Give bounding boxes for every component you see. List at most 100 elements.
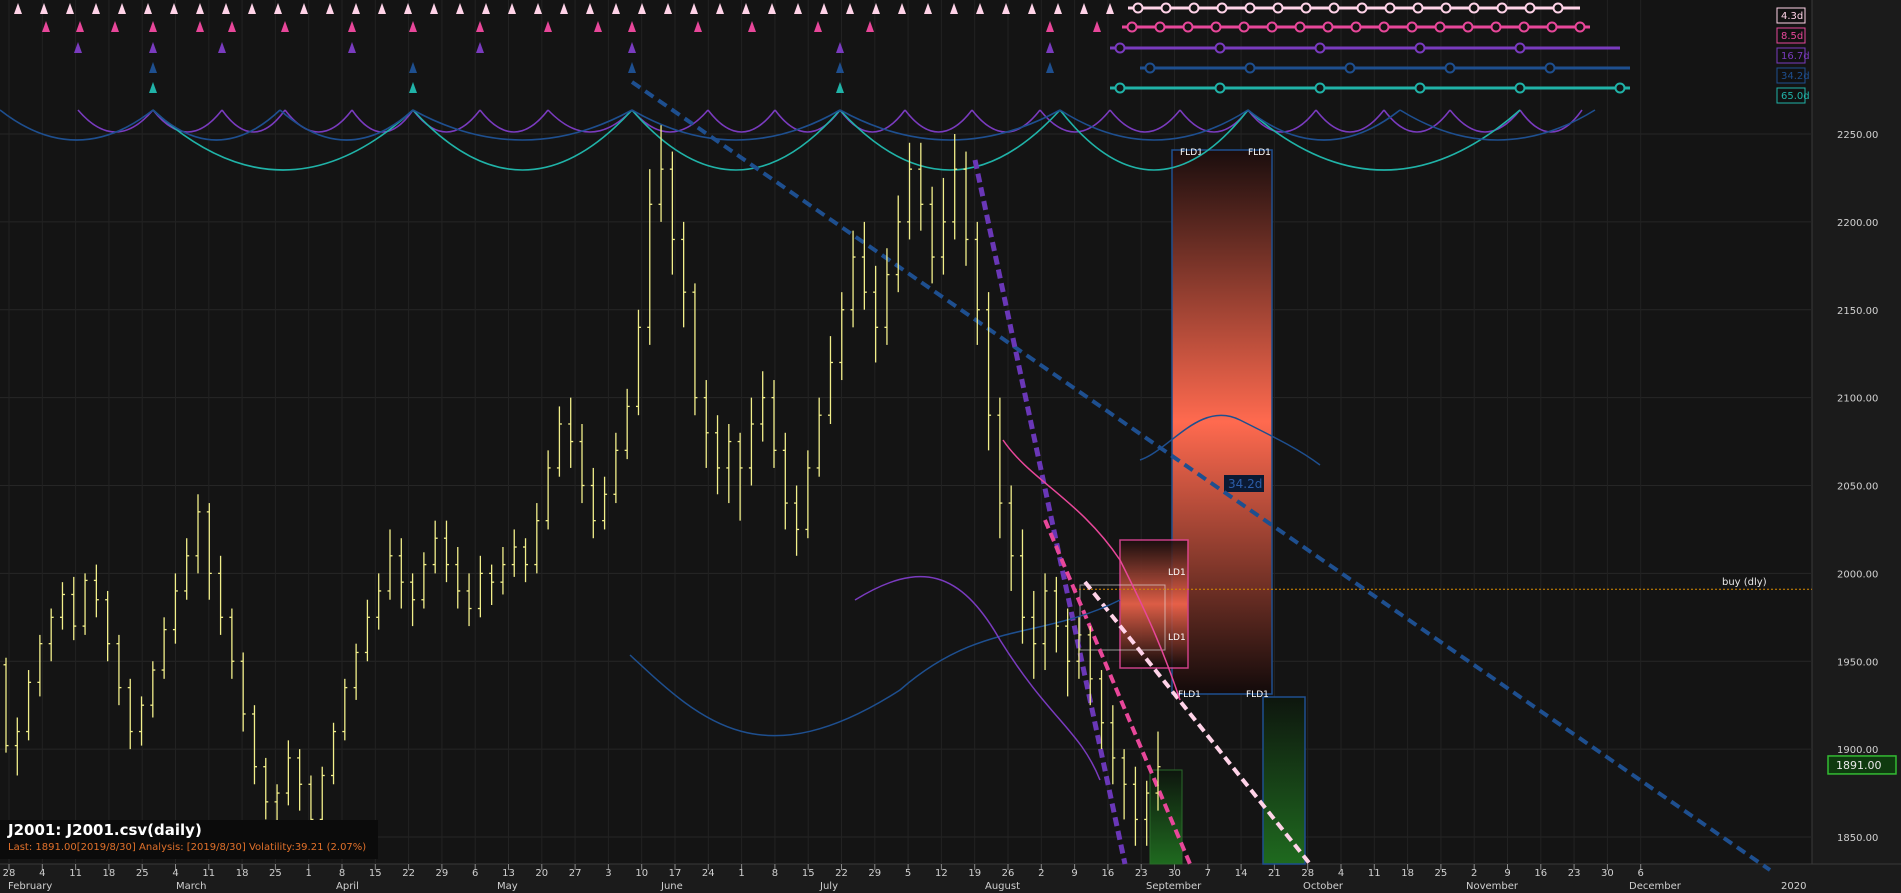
buy-label: buy (dly)	[1722, 577, 1767, 588]
cycle-marker-4d	[586, 3, 594, 14]
phase-node	[1414, 42, 1426, 54]
x-tick-label: 14	[1235, 868, 1248, 879]
phase-node	[1462, 21, 1474, 33]
fld-projection-small	[1119, 539, 1189, 669]
cycle-marker-4d	[716, 3, 724, 14]
cycle-marker-34d	[409, 62, 417, 73]
fld-projection-green	[1262, 696, 1306, 865]
x-tick-label: 11	[202, 868, 215, 879]
cycle-marker-4d	[170, 3, 178, 14]
phase-node	[1490, 21, 1502, 33]
cycle-marker-8d	[1093, 21, 1101, 32]
cycle-marker-4d	[1028, 3, 1036, 14]
x-month-label: April	[336, 881, 359, 892]
phase-node	[1406, 21, 1418, 33]
phase-node	[1414, 82, 1426, 94]
cycle-marker-16d	[628, 42, 636, 53]
phase-node	[1468, 2, 1480, 14]
cycle-marker-4d	[430, 3, 438, 14]
ohlc-bar	[918, 142, 924, 231]
ohlc-bar	[229, 608, 235, 679]
cycle-marker-4d	[742, 3, 750, 14]
ohlc-bar	[285, 740, 291, 806]
ohlc-bar	[1144, 780, 1150, 846]
x-month-label: 2020	[1781, 881, 1806, 892]
trend-line-16d	[972, 159, 1128, 865]
x-tick-label: 1	[738, 868, 744, 879]
x-tick-label: 3	[605, 868, 611, 879]
cycle-arc-34d	[279, 109, 414, 141]
x-tick-label: 4	[39, 868, 45, 879]
cycle-arc-16d	[351, 109, 414, 133]
ohlc-bar	[771, 380, 777, 468]
phase-node	[1574, 21, 1586, 33]
x-tick-label: 20	[535, 868, 548, 879]
phase-node	[1322, 21, 1334, 33]
x-tick-label: 30	[1168, 868, 1181, 879]
projection-label: 34.2d	[1228, 477, 1262, 491]
phase-node	[1144, 62, 1156, 74]
x-tick-label: 6	[472, 868, 478, 879]
cycle-marker-8d	[544, 21, 552, 32]
phase-node	[1182, 21, 1194, 33]
cycle-marker-8d	[628, 21, 636, 32]
ohlc-bar	[624, 388, 630, 460]
cycle-arc-65d	[1247, 109, 1521, 171]
cycle-legend-label: 65.0d	[1781, 91, 1810, 102]
ohlc-bar	[861, 221, 867, 310]
x-month-label: November	[1466, 881, 1519, 892]
cycle-marker-4d	[664, 3, 672, 14]
ohlc-bar	[127, 678, 133, 750]
ohlc-bar	[1019, 529, 1025, 644]
ohlc-bar	[816, 397, 822, 477]
phase-node	[1114, 42, 1126, 54]
cycle-marker-8d	[281, 21, 289, 32]
ohlc-bar	[782, 432, 788, 530]
x-tick-label: 6	[1638, 868, 1644, 879]
cycle-marker-8d	[748, 21, 756, 32]
x-tick-label: 7	[1205, 868, 1211, 879]
cycle-arc-16d	[1519, 109, 1583, 133]
cycle-marker-4d	[820, 3, 828, 14]
cycle-marker-34d	[836, 62, 844, 73]
cycle-arc-16d	[1179, 109, 1249, 133]
phase-node	[1216, 2, 1228, 14]
ohlc-bar	[1110, 705, 1116, 785]
x-month-label: October	[1303, 881, 1344, 892]
ohlc-bar	[534, 503, 540, 574]
ohlc-bar	[805, 450, 811, 539]
cycle-marker-4d	[404, 3, 412, 14]
last-price-label: 1891.00	[1836, 759, 1882, 772]
x-tick-label: 11	[69, 868, 82, 879]
phase-node	[1214, 42, 1226, 54]
ohlc-bar	[1132, 766, 1138, 846]
x-month-label: March	[176, 881, 206, 892]
fld-label: FLD1	[1246, 690, 1269, 700]
cycle-arc-16d	[904, 109, 973, 133]
y-tick-label: 1900.00	[1837, 745, 1878, 756]
x-tick-label: 1	[306, 868, 312, 879]
ohlc-bar	[410, 573, 416, 627]
ohlc-bar	[184, 538, 190, 600]
x-tick-label: 9	[1504, 868, 1510, 879]
x-tick-label: 28	[1301, 868, 1314, 879]
phase-node	[1272, 2, 1284, 14]
ohlc-bar	[602, 476, 608, 530]
x-tick-label: 4	[1338, 868, 1344, 879]
cycle-arc-16d	[1109, 109, 1181, 133]
ohlc-bar	[116, 634, 122, 706]
x-tick-label: 13	[502, 868, 515, 879]
cycle-marker-4d	[378, 3, 386, 14]
ohlc-bar	[839, 292, 845, 381]
x-tick-label: 2	[1471, 868, 1477, 879]
cycle-marker-4d	[248, 3, 256, 14]
cycle-arc-34d	[1247, 109, 1401, 141]
ohlc-bar	[511, 529, 517, 577]
x-tick-label: 16	[1534, 868, 1547, 879]
cycle-arc-16d	[1449, 109, 1521, 133]
ohlc-bar	[647, 169, 653, 345]
x-tick-label: 25	[136, 868, 149, 879]
ohlc-bar	[726, 423, 732, 504]
ohlc-bar	[568, 397, 574, 468]
ohlc-bar	[139, 696, 145, 746]
